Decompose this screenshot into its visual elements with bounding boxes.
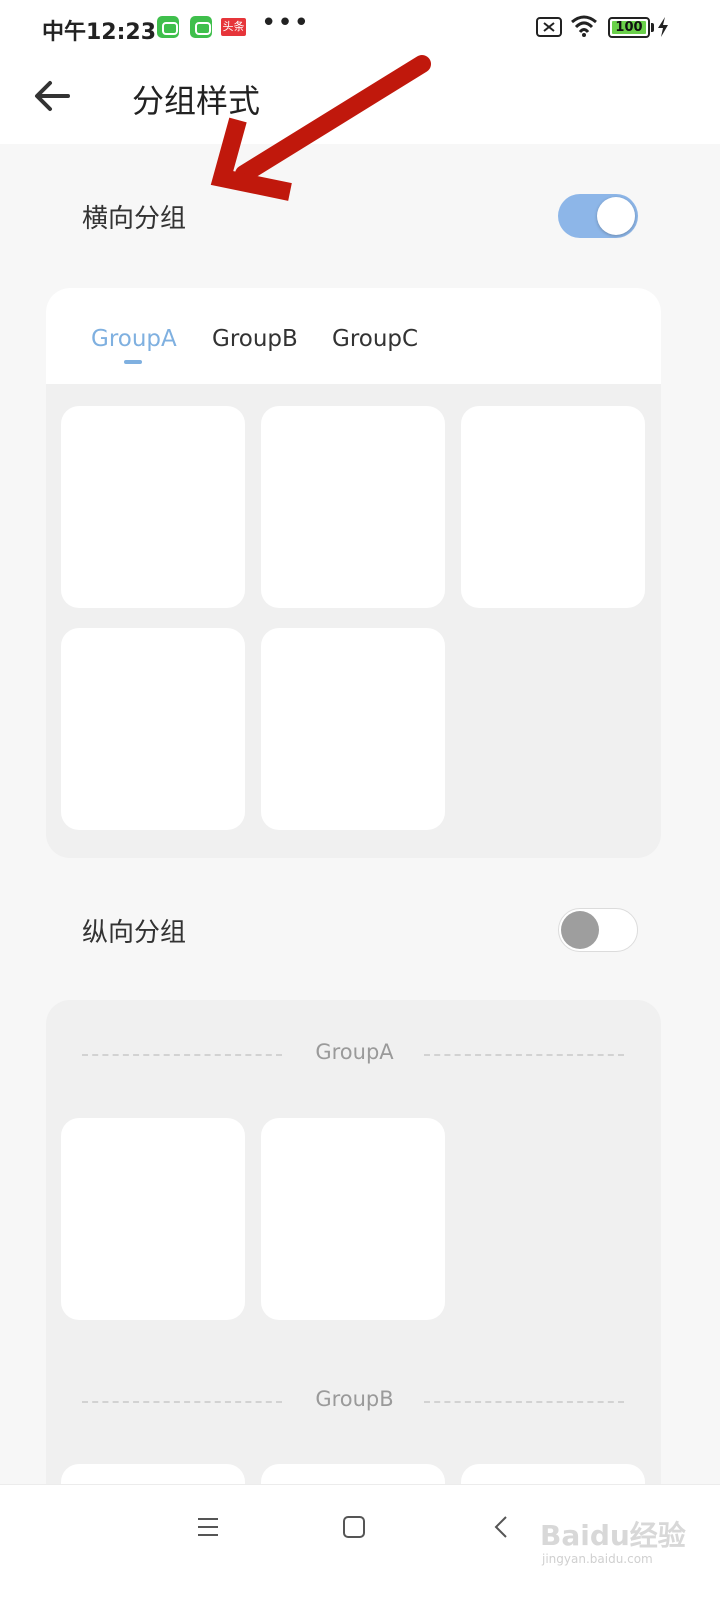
red-arrow-annotation bbox=[210, 55, 431, 201]
watermark: Baidu经验 jingyan.baidu.com bbox=[540, 1490, 710, 1580]
vertical-group-card: GroupA GroupB bbox=[46, 1000, 661, 1520]
dashed-line bbox=[424, 1054, 624, 1056]
active-tab-indicator bbox=[124, 360, 142, 364]
back-arrow-icon[interactable] bbox=[34, 80, 70, 112]
grid-tile[interactable] bbox=[61, 406, 245, 608]
wechat-cat-icon bbox=[157, 16, 179, 38]
back-icon[interactable] bbox=[492, 1515, 512, 1539]
group-section-divider: GroupA bbox=[82, 1040, 627, 1070]
battery-cap bbox=[651, 23, 654, 32]
grid-tile[interactable] bbox=[261, 1118, 445, 1320]
horizontal-group-card: GroupA GroupB GroupC bbox=[46, 288, 661, 858]
horizontal-group-label: 横向分组 bbox=[82, 204, 187, 234]
status-time: 中午12:23 bbox=[42, 20, 157, 45]
tab-group-c[interactable]: GroupC bbox=[332, 326, 418, 352]
grid-tile[interactable] bbox=[461, 406, 645, 608]
dashed-line bbox=[424, 1401, 624, 1403]
battery-level: 100 bbox=[612, 21, 646, 34]
battery-icon: 100 bbox=[608, 17, 650, 38]
vertical-group-toggle[interactable] bbox=[558, 908, 638, 952]
more-notifications-icon: ••• bbox=[261, 8, 311, 38]
charging-icon bbox=[658, 17, 668, 37]
status-bar: 中午12:23 头条 ••• 100 bbox=[0, 0, 720, 56]
home-icon[interactable] bbox=[342, 1515, 366, 1539]
toggle-knob bbox=[597, 197, 635, 235]
menu-icon[interactable] bbox=[196, 1515, 220, 1539]
grid-tile[interactable] bbox=[61, 1118, 245, 1320]
grid-tile[interactable] bbox=[261, 406, 445, 608]
wechat-cat-icon bbox=[190, 16, 212, 38]
group-section-label: GroupB bbox=[315, 1387, 394, 1411]
screen: 中午12:23 头条 ••• 100 分组样式 横向分组 GroupA Grou… bbox=[0, 0, 720, 1600]
grid-tile[interactable] bbox=[261, 628, 445, 830]
group-section-divider: GroupB bbox=[82, 1387, 627, 1417]
no-sim-icon bbox=[536, 17, 562, 37]
tab-group-a[interactable]: GroupA bbox=[91, 326, 177, 352]
vertical-group-label: 纵向分组 bbox=[82, 918, 187, 948]
watermark-url: jingyan.baidu.com bbox=[542, 1552, 653, 1566]
tab-group-b[interactable]: GroupB bbox=[212, 326, 298, 352]
toggle-knob bbox=[561, 911, 599, 949]
horizontal-group-toggle[interactable] bbox=[558, 194, 638, 238]
group-tab-bar: GroupA GroupB GroupC bbox=[46, 288, 661, 384]
news-app-icon: 头条 bbox=[221, 18, 246, 36]
group-section-label: GroupA bbox=[315, 1040, 394, 1064]
wifi-icon bbox=[571, 15, 597, 37]
watermark-text: Baidu经验 bbox=[540, 1519, 686, 1552]
grid-tile[interactable] bbox=[61, 628, 245, 830]
